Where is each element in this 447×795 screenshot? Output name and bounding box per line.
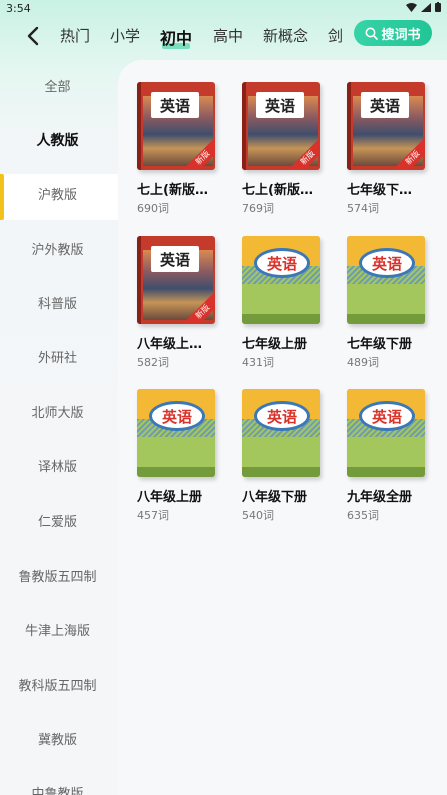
book-name: 七年级下册	[347, 337, 413, 352]
signal-icon	[421, 2, 431, 12]
sidebar-item[interactable]: 外研社	[0, 347, 115, 366]
sidebar-item[interactable]: 教科版五四制	[0, 675, 115, 694]
book-name: 九年级全册	[347, 490, 413, 505]
search-button-label: 搜词书	[381, 27, 421, 43]
book-cover: 英语	[242, 389, 320, 477]
book-cover: 英语	[347, 236, 425, 324]
cover-title: 英语	[361, 92, 409, 118]
sidebar-item[interactable]: 译林版	[0, 456, 115, 475]
sidebar-item[interactable]: 鲁教版五四制	[0, 566, 115, 585]
cover-bottom-band	[242, 467, 320, 477]
cover-title: 英语	[149, 401, 205, 431]
word-count: 574词	[347, 202, 379, 215]
book-cover: 英语	[347, 389, 425, 477]
tab-strip[interactable]: 热门 小学 初中 高中 新概念 剑	[56, 18, 346, 54]
cover-title: 英语	[151, 92, 199, 118]
wordbook-card[interactable]: 英语七年级上册 431词	[242, 236, 328, 370]
cover-title: 英语	[254, 248, 310, 278]
sidebar-item[interactable]: 中鲁教版	[0, 783, 115, 795]
wordbook-card[interactable]: 英语 新版七上(新版… 690词	[137, 82, 223, 216]
tab-primary[interactable]: 小学	[110, 25, 140, 46]
cover-spine	[242, 82, 246, 170]
cover-bottom-band	[347, 314, 425, 324]
book-cover: 英语 新版	[137, 236, 215, 324]
tab-new-concept[interactable]: 新概念	[263, 25, 308, 46]
sidebar-item[interactable]: 北师大版	[0, 402, 115, 421]
wordbook-card[interactable]: 英语 新版七上(新版… 769词	[242, 82, 328, 216]
sidebar-item[interactable]: 仁爱版	[0, 511, 115, 530]
sidebar-item[interactable]: 人教版	[0, 130, 115, 150]
word-count: 690词	[137, 202, 169, 215]
book-name: 七年级上册	[242, 337, 308, 352]
sidebar-item[interactable]: 沪教版	[0, 184, 115, 203]
cover-spine	[137, 82, 141, 170]
word-count: 489词	[347, 356, 379, 369]
book-cover: 英语 新版	[347, 82, 425, 170]
tab-hot[interactable]: 热门	[60, 25, 90, 46]
sidebar-item[interactable]: 全部	[0, 76, 115, 95]
category-tabs: 热门 小学 初中 高中 新概念 剑 搜词书	[0, 18, 447, 54]
tab-junior-high[interactable]: 初中	[160, 25, 192, 49]
cover-title: 英语	[359, 401, 415, 431]
book-name: 八年级下册	[242, 490, 308, 505]
book-cover: 英语	[242, 236, 320, 324]
cover-title: 英语	[151, 246, 199, 272]
tab-senior-high[interactable]: 高中	[213, 25, 243, 46]
back-arrow-icon[interactable]	[22, 24, 44, 48]
sidebar-item[interactable]: 沪外教版	[0, 239, 115, 258]
word-count: 457词	[137, 509, 169, 522]
wordbook-card[interactable]: 英语 新版七年级下… 574词	[347, 82, 433, 216]
wordbook-card[interactable]: 英语八年级上册 457词	[137, 389, 223, 523]
cover-title: 英语	[254, 401, 310, 431]
wordbook-grid: 英语 新版 七上(新版… 690词 英语 新版 七上(新版… 769词 英语 新版 七年级下… 574…	[118, 60, 447, 795]
book-name: 七年级下…	[347, 183, 413, 198]
cover-bottom-band	[242, 314, 320, 324]
cover-spine	[137, 236, 141, 324]
wordbook-card[interactable]: 英语九年级全册 635词	[347, 389, 433, 523]
book-cover: 英语	[137, 389, 215, 477]
cover-spine	[347, 82, 351, 170]
publisher-sidebar: 全部人教版沪教版沪外教版科普版外研社北师大版译林版仁爱版鲁教版五四制 牛津上海版教…	[0, 58, 118, 795]
book-cover: 英语 新版	[242, 82, 320, 170]
wordbook-card[interactable]: 英语八年级下册 540词	[242, 389, 328, 523]
word-count: 635词	[347, 509, 379, 522]
word-count: 431词	[242, 356, 274, 369]
search-wordbook-button[interactable]: 搜词书	[354, 20, 432, 46]
book-name: 八年级上册	[137, 490, 203, 505]
cover-bottom-band	[347, 467, 425, 477]
status-time: 3:54	[6, 2, 31, 15]
book-name: 七上(新版…	[137, 183, 208, 198]
wifi-icon	[406, 2, 417, 12]
book-name: 七上(新版…	[242, 183, 313, 198]
sidebar-item[interactable]: 冀教版	[0, 729, 115, 748]
battery-icon	[435, 2, 441, 12]
search-icon	[365, 27, 379, 40]
status-icons	[406, 2, 441, 12]
word-count: 582词	[137, 356, 169, 369]
word-count: 769词	[242, 202, 274, 215]
sidebar-item[interactable]: 科普版	[0, 293, 115, 312]
book-cover: 英语 新版	[137, 82, 215, 170]
cover-bottom-band	[137, 467, 215, 477]
tab-cambridge[interactable]: 剑	[328, 25, 343, 46]
book-name: 八年级上…	[137, 337, 203, 352]
word-count: 540词	[242, 509, 274, 522]
status-bar: 3:54	[0, 0, 447, 18]
wordbook-card[interactable]: 英语 新版八年级上… 582词	[137, 236, 223, 370]
wordbook-card[interactable]: 英语七年级下册 489词	[347, 236, 433, 370]
cover-title: 英语	[256, 92, 304, 118]
cover-title: 英语	[359, 248, 415, 278]
sidebar-item[interactable]: 牛津上海版	[0, 620, 115, 639]
